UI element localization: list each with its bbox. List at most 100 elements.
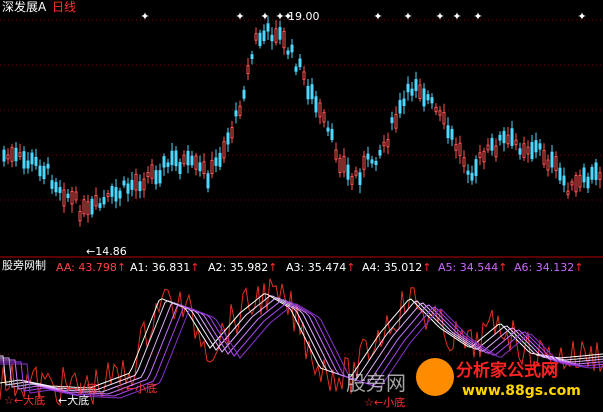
candle-body [22, 151, 26, 169]
candle-body [134, 173, 138, 191]
readout-value: 35.982 [229, 261, 269, 274]
candle-body [414, 79, 418, 91]
candle-body [402, 98, 406, 106]
candle-body [410, 88, 414, 96]
candle-body [146, 172, 150, 178]
readout-value: 35.012 [383, 261, 423, 274]
candle-body [366, 153, 370, 160]
arrow-icon: ← [58, 394, 68, 407]
price-chart-pane[interactable]: ✦ ✦ ✦ ✦ ✦ ✦ ✦ ✦ ✦ ✦ ✦ 深发展A 日线 19.00 ←14.86 [0, 0, 603, 256]
candle-body [230, 126, 234, 139]
up-arrow-icon: ↑ [574, 261, 584, 274]
candle-body [546, 159, 550, 171]
candle-body [50, 180, 54, 189]
candle-body [550, 151, 554, 168]
low-price-value: 14.86 [95, 245, 127, 256]
candle-body [2, 149, 6, 162]
candle-body [186, 150, 190, 166]
candle-body [78, 210, 82, 222]
candle-body [322, 112, 326, 123]
candle-body [270, 34, 274, 42]
candle-body [514, 139, 518, 146]
candle-body [506, 134, 510, 145]
candle-body [302, 71, 306, 80]
big-bottom-marker-left: ☆←大底 [4, 394, 45, 407]
watermark-brand: 分析家公式网 [456, 361, 558, 381]
candle-body [482, 150, 486, 163]
candle-body [154, 170, 158, 185]
candle-body [398, 100, 402, 114]
candle-body [178, 162, 182, 174]
candle-body [58, 187, 62, 193]
candle-body [206, 173, 210, 189]
candle-body [494, 145, 498, 158]
candle-body [254, 33, 258, 41]
candle-body [318, 102, 322, 118]
star-icon: ✦ [403, 10, 412, 23]
stock-name: 深发展A [2, 0, 47, 14]
up-arrow-icon: ↑ [116, 261, 127, 274]
candle-body [150, 164, 154, 179]
candle-body [462, 157, 466, 167]
candle-body [570, 181, 574, 186]
low-price-label: ←14.86 [86, 245, 127, 256]
candle-body [130, 179, 134, 190]
candle-body [438, 110, 442, 116]
readout-key: A4: [362, 261, 384, 274]
candle-body [342, 155, 346, 173]
small-bottom-marker-1: ☆←小底 [56, 382, 97, 395]
big-bottom-label: 大底 [67, 394, 90, 407]
candle-body [502, 130, 506, 144]
readout-key: A2: [208, 261, 230, 274]
candlestick-chart[interactable]: ✦ ✦ ✦ ✦✦ ✦ ✦ ✦ ✦ ✦ ✦ [0, 0, 603, 256]
candle-body [374, 160, 378, 166]
candle-body [62, 189, 66, 207]
candle-body [194, 155, 198, 170]
candle-body [306, 85, 310, 100]
candle-body [126, 183, 130, 194]
readout-value: 36.831 [151, 261, 191, 274]
small-bottom-label: 小底 [75, 382, 98, 395]
candle-body [262, 30, 266, 42]
candle-body [174, 150, 178, 167]
candle-body [42, 165, 46, 180]
candle-body [98, 203, 102, 208]
candle-body [242, 89, 246, 99]
candle-body [490, 137, 494, 151]
star-icon: ✦ [452, 10, 461, 23]
candle-body [442, 112, 446, 125]
arrow-icon: ← [373, 396, 384, 409]
candle-body [526, 146, 530, 155]
big-bottom-marker-right: ←大底 [58, 394, 89, 407]
candle-body [586, 176, 590, 189]
readout-value: 43.798 [78, 261, 117, 274]
candle-body [46, 163, 50, 169]
candle-body [538, 143, 542, 150]
readout-4: A4: 35.012↑ [362, 261, 431, 274]
up-arrow-icon: ↑ [498, 261, 508, 274]
readout-5: A5: 34.544↑ [438, 261, 507, 274]
candle-body [250, 54, 254, 60]
big-bottom-label: 大底 [23, 394, 46, 407]
candle-body [354, 170, 358, 176]
candle-body [278, 27, 282, 40]
arrow-icon: ← [13, 394, 24, 407]
candle-body [542, 149, 546, 165]
high-price-label: 19.00 [288, 10, 320, 23]
candle-body [238, 105, 242, 116]
readout-key: AA: [56, 261, 79, 274]
candle-body [566, 190, 570, 196]
star-icon: ✦ [260, 10, 269, 23]
candle-body [190, 155, 194, 166]
indicator-pane[interactable]: 股旁网制 AA: 43.798↑ A1: 36.831↑ A2: 35.982↑ A3… [0, 258, 603, 412]
readout-3: A3: 35.474↑ [286, 261, 355, 274]
readout-value: 35.474 [307, 261, 347, 274]
candle-body [170, 150, 174, 166]
candle-body [210, 159, 214, 175]
candle-body [26, 160, 30, 169]
candle-body [14, 147, 18, 162]
candle-body [326, 127, 330, 132]
candle-body [574, 174, 578, 193]
candle-body [74, 191, 78, 201]
readout-value: 34.544 [459, 261, 499, 274]
